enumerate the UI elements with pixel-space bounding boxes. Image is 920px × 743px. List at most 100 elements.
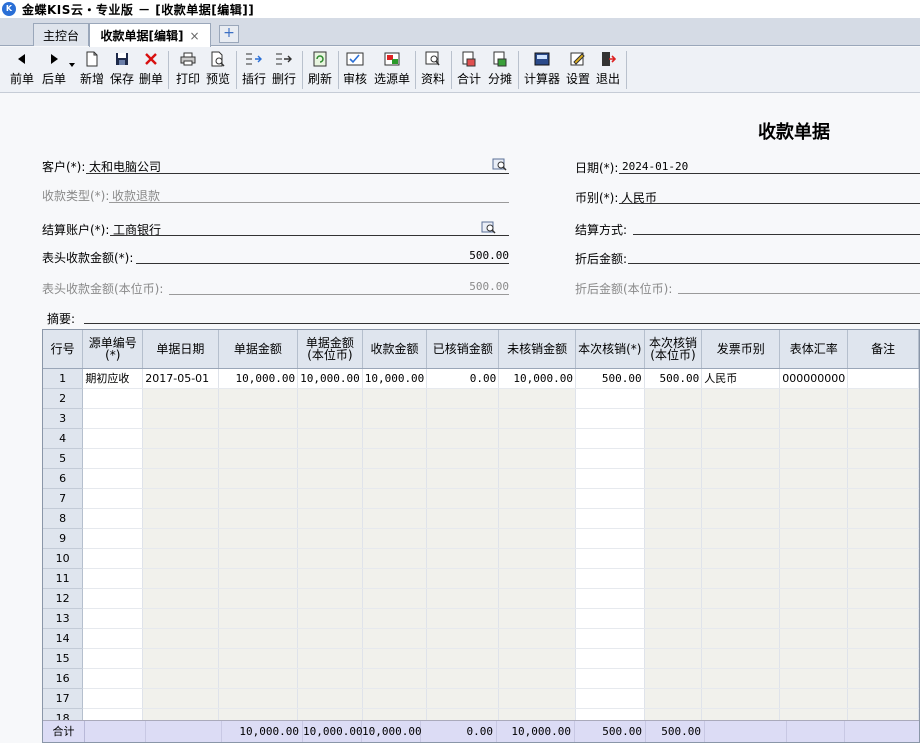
cell-not-written-off[interactable]	[498, 608, 577, 629]
cell-source-no[interactable]	[82, 668, 144, 689]
row-number[interactable]: 9	[43, 528, 84, 549]
col-header-invoice-currency[interactable]: 发票币别	[701, 330, 781, 369]
row-number[interactable]: 7	[43, 488, 84, 509]
cell-invoice-currency[interactable]	[701, 388, 781, 409]
cell-doc-amount-base[interactable]	[297, 548, 363, 569]
cell-rate[interactable]	[779, 488, 849, 509]
cell-note[interactable]	[847, 548, 919, 569]
summary-field[interactable]	[84, 323, 920, 324]
col-header-doc-date[interactable]: 单据日期	[142, 330, 219, 369]
cell-received[interactable]	[362, 468, 428, 489]
audit-button[interactable]: 审核	[341, 49, 369, 91]
cell-note[interactable]	[847, 428, 919, 449]
prev-button[interactable]: 前单	[8, 49, 36, 91]
merge-button[interactable]: 合计	[455, 49, 483, 91]
cell-this-writeoff-base[interactable]	[644, 428, 703, 449]
cell-not-written-off[interactable]	[498, 508, 577, 529]
row-number[interactable]: 8	[43, 508, 84, 529]
preview-button[interactable]: 预览	[204, 49, 232, 91]
cell-doc-amount[interactable]	[218, 528, 299, 549]
cell-invoice-currency[interactable]	[701, 688, 781, 709]
allocate-button[interactable]: 分摊	[486, 49, 514, 91]
table-row[interactable]: 4	[43, 428, 919, 449]
cell-source-no[interactable]	[82, 388, 144, 409]
cell-doc-date[interactable]	[142, 488, 219, 509]
cell-doc-amount-base[interactable]	[297, 528, 363, 549]
cell-not-written-off[interactable]	[498, 568, 577, 589]
table-row[interactable]: 16	[43, 668, 919, 689]
calculator-button[interactable]: 计算器	[522, 49, 562, 91]
cell-this-writeoff[interactable]	[575, 568, 645, 589]
row-number[interactable]: 12	[43, 588, 84, 609]
cell-note[interactable]	[847, 488, 919, 509]
cell-rate[interactable]	[779, 408, 849, 429]
cell-written-off[interactable]	[426, 388, 500, 409]
cell-doc-date[interactable]	[142, 588, 219, 609]
cell-written-off[interactable]	[426, 508, 500, 529]
cell-doc-date[interactable]	[142, 688, 219, 709]
cell-doc-date[interactable]	[142, 568, 219, 589]
cell-source-no[interactable]	[82, 528, 144, 549]
table-row[interactable]: 5	[43, 448, 919, 469]
delete-row-button[interactable]: 删行	[270, 49, 298, 91]
cell-written-off[interactable]: 0.00	[426, 368, 500, 389]
close-icon[interactable]: ×	[189, 29, 199, 43]
cell-doc-amount[interactable]	[218, 548, 299, 569]
row-number[interactable]: 14	[43, 628, 84, 649]
cell-doc-amount[interactable]	[218, 508, 299, 529]
table-row[interactable]: 14	[43, 628, 919, 649]
cell-received[interactable]	[362, 388, 428, 409]
cell-this-writeoff-base[interactable]	[644, 448, 703, 469]
cell-doc-amount-base[interactable]	[297, 588, 363, 609]
cell-doc-date[interactable]	[142, 628, 219, 649]
cell-doc-date[interactable]	[142, 528, 219, 549]
cell-rate[interactable]: 000000000	[779, 368, 849, 389]
cell-received[interactable]	[362, 608, 428, 629]
cell-this-writeoff[interactable]	[575, 468, 645, 489]
cell-this-writeoff-base[interactable]	[644, 548, 703, 569]
cell-received[interactable]	[362, 488, 428, 509]
cell-rate[interactable]	[779, 608, 849, 629]
cell-invoice-currency[interactable]	[701, 508, 781, 529]
cell-written-off[interactable]	[426, 588, 500, 609]
cell-note[interactable]	[847, 388, 919, 409]
cell-not-written-off[interactable]	[498, 668, 577, 689]
cell-doc-amount-base[interactable]	[297, 508, 363, 529]
table-row[interactable]: 17	[43, 688, 919, 709]
row-number[interactable]: 1	[43, 368, 84, 389]
cell-this-writeoff[interactable]	[575, 588, 645, 609]
cell-received[interactable]	[362, 548, 428, 569]
cell-this-writeoff[interactable]	[575, 408, 645, 429]
cell-rate[interactable]	[779, 508, 849, 529]
cell-not-written-off[interactable]	[498, 688, 577, 709]
cell-source-no[interactable]: 期初应收	[82, 368, 144, 389]
cell-invoice-currency[interactable]: 人民币	[701, 368, 781, 389]
cell-note[interactable]	[847, 628, 919, 649]
cell-not-written-off[interactable]	[498, 448, 577, 469]
col-header-not-written-off[interactable]: 未核销金额	[498, 330, 577, 369]
cell-invoice-currency[interactable]	[701, 408, 781, 429]
cell-received[interactable]	[362, 668, 428, 689]
date-field[interactable]: 2024-01-20	[622, 160, 688, 173]
cell-received[interactable]	[362, 568, 428, 589]
cell-not-written-off[interactable]	[498, 428, 577, 449]
customer-lookup-icon[interactable]	[492, 158, 508, 172]
cell-rate[interactable]	[779, 548, 849, 569]
cell-invoice-currency[interactable]	[701, 648, 781, 669]
cell-written-off[interactable]	[426, 428, 500, 449]
cell-source-no[interactable]	[82, 548, 144, 569]
cell-source-no[interactable]	[82, 568, 144, 589]
cell-not-written-off[interactable]	[498, 488, 577, 509]
cell-rate[interactable]	[779, 468, 849, 489]
cell-source-no[interactable]	[82, 448, 144, 469]
cell-received[interactable]	[362, 428, 428, 449]
cell-this-writeoff-base[interactable]: 500.00	[644, 368, 703, 389]
cell-doc-amount[interactable]	[218, 448, 299, 469]
discount-amount-base-field[interactable]	[678, 293, 920, 294]
cell-note[interactable]	[847, 688, 919, 709]
col-header-source-no[interactable]: 源单编号(*)	[82, 330, 144, 369]
cell-written-off[interactable]	[426, 628, 500, 649]
cell-written-off[interactable]	[426, 488, 500, 509]
cell-doc-amount-base[interactable]	[297, 488, 363, 509]
settle-method-field[interactable]	[633, 234, 920, 235]
